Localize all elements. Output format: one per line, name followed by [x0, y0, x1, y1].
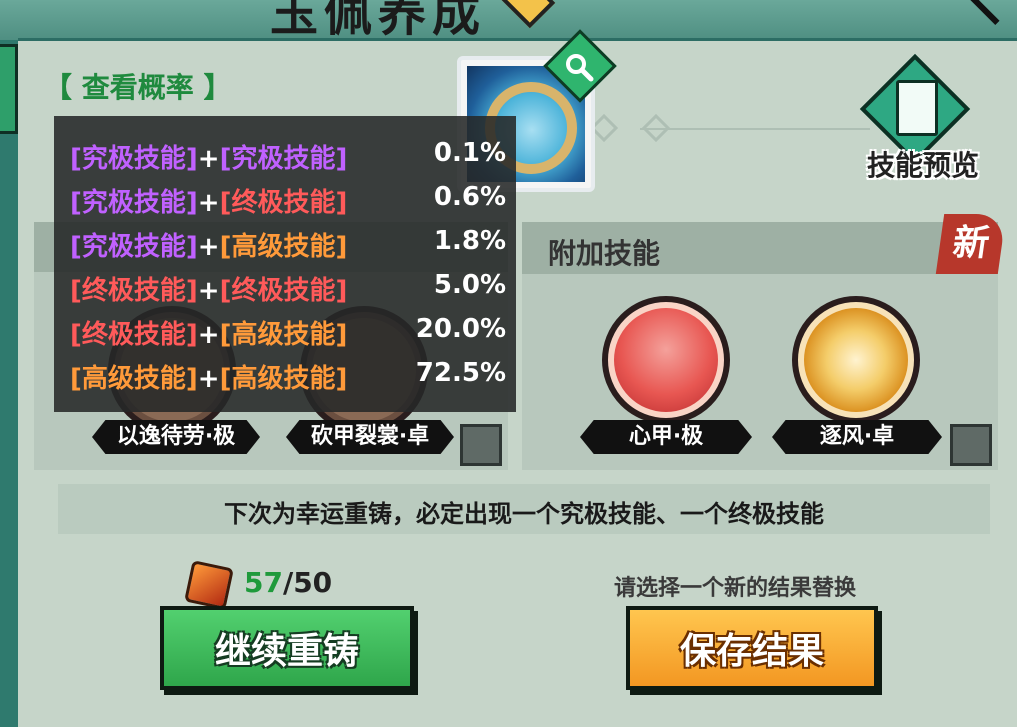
- plus-sign: +: [197, 188, 220, 218]
- probability-row: [究极技能]+[高级技能] 1.8%: [70, 226, 510, 266]
- probability-row: [究极技能]+[究极技能] 0.1%: [70, 138, 510, 178]
- skill-name-right-1: 心甲·极: [580, 420, 752, 454]
- tier-right: [究极技能]: [219, 144, 348, 174]
- material-current: 57: [244, 566, 283, 599]
- skill-icon-heart-armor[interactable]: [602, 296, 730, 424]
- left-tab[interactable]: [0, 44, 18, 134]
- decor-line: [640, 128, 870, 130]
- skill-name-right-2: 逐风·卓: [772, 420, 942, 454]
- probability-value: 0.6%: [433, 182, 506, 212]
- tier-left: [终极技能]: [70, 276, 198, 306]
- tier-left: [究极技能]: [70, 232, 198, 262]
- select-left-checkbox[interactable]: [460, 424, 502, 466]
- tier-right: [高级技能]: [219, 232, 348, 262]
- extra-skills-header: 附加技能: [522, 222, 998, 274]
- probability-row: [究极技能]+[终极技能] 0.6%: [70, 182, 510, 222]
- probability-value: 5.0%: [433, 270, 506, 300]
- notice-bar: 下次为幸运重铸，必定出现一个究极技能、一个终极技能: [58, 484, 990, 534]
- tier-left: [高级技能]: [70, 364, 198, 394]
- probability-value: 72.5%: [415, 358, 506, 388]
- recast-stone-icon: [184, 560, 234, 610]
- notice-text: 下次为幸运重铸，必定出现一个究极技能、一个终极技能: [224, 500, 824, 528]
- material-counter: 57/50: [244, 566, 332, 599]
- skill-name-left-2: 砍甲裂裳·卓: [286, 420, 454, 454]
- skill-name-left-1: 以逸待劳·极: [92, 420, 260, 454]
- whirlwind-icon: [804, 308, 908, 412]
- probability-tooltip: [究极技能]+[究极技能] 0.1% [究极技能]+[终极技能] 0.6% [究…: [54, 116, 516, 412]
- save-result-button[interactable]: 保存结果: [626, 606, 878, 690]
- plus-sign: +: [197, 144, 220, 174]
- plus-sign: +: [197, 320, 220, 350]
- probability-row: [终极技能]+[高级技能] 20.0%: [70, 314, 510, 354]
- plus-sign: +: [197, 232, 220, 262]
- tier-right: [终极技能]: [219, 276, 348, 306]
- probability-value: 0.1%: [433, 138, 506, 168]
- replace-hint: 请选择一个新的结果替换: [614, 576, 857, 601]
- probability-value: 1.8%: [433, 226, 506, 256]
- view-probability-link[interactable]: 【 查看概率 】: [44, 66, 232, 106]
- skill-preview-label: 技能预览: [866, 149, 979, 182]
- tier-left: [究极技能]: [70, 188, 198, 218]
- plus-sign: +: [197, 276, 220, 306]
- skill-preview-button[interactable]: 技能预览: [858, 53, 988, 190]
- probability-row: [终极技能]+[终极技能] 5.0%: [70, 270, 510, 310]
- probability-row: [高级技能]+[高级技能] 72.5%: [70, 358, 510, 398]
- book-page-icon: [896, 80, 938, 136]
- material-separator: /: [282, 566, 294, 599]
- plus-sign: +: [197, 364, 220, 394]
- tier-right: [终极技能]: [219, 188, 348, 218]
- shield-icon: [614, 308, 718, 412]
- extra-skills-title: 附加技能: [548, 237, 661, 270]
- tier-left: [究极技能]: [70, 144, 198, 174]
- tier-right: [高级技能]: [219, 364, 348, 394]
- tier-left: [终极技能]: [70, 320, 198, 350]
- material-required: 50: [293, 566, 333, 599]
- select-right-checkbox[interactable]: [950, 424, 992, 466]
- probability-value: 20.0%: [415, 314, 506, 344]
- tier-right: [高级技能]: [219, 320, 348, 350]
- magnifier-icon: [566, 54, 594, 82]
- skill-icon-chase-wind[interactable]: [792, 296, 920, 424]
- continue-recast-button[interactable]: 继续重铸: [160, 606, 414, 690]
- new-badge: 新: [935, 214, 1007, 274]
